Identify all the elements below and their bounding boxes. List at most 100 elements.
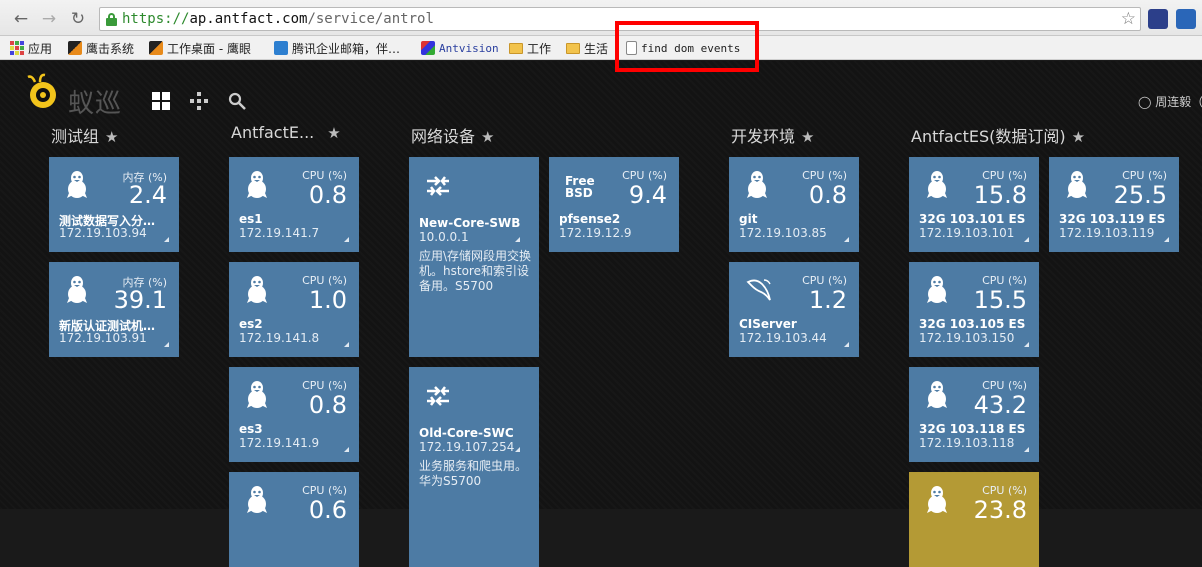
host-tile[interactable]: CPU (%) 15.8 32G 103.101 ES 172.19.103.101 (909, 157, 1039, 252)
bookmark-apps[interactable]: 应用 (10, 39, 52, 57)
grid-view-icon[interactable] (152, 92, 170, 110)
topology-icon[interactable] (190, 92, 208, 110)
device-description: 应用\存储网段用交换机。hstore和索引设备用。S5700 (419, 249, 532, 293)
expand-corner-icon (1024, 342, 1029, 347)
forward-arrow-icon[interactable]: → (38, 8, 60, 30)
host-name: 32G 103.105 ES (919, 317, 1026, 331)
host-tile[interactable]: CPU (%) 25.5 32G 103.119 ES 172.19.103.119 (1049, 157, 1179, 252)
host-name: CIServer (739, 317, 797, 331)
metric-value: 39.1 (113, 286, 167, 314)
bee-logo-icon (27, 73, 56, 108)
group-title[interactable]: 网络设备 ★ (411, 123, 494, 147)
linux-tux-icon (1067, 171, 1087, 198)
back-arrow-icon[interactable]: ← (10, 8, 32, 30)
bookmark-antvision[interactable]: Antvision (421, 39, 499, 57)
user-menu[interactable]: ◯ 周连毅（ (1138, 93, 1202, 110)
address-bar[interactable]: https://ap.antfact.com/service/antrol ☆ (99, 7, 1141, 31)
host-tile[interactable]: CPU (%) 0.6 (229, 472, 359, 567)
bookmark-label: 应用 (28, 41, 53, 56)
site-icon (149, 41, 163, 55)
url-text: https://ap.antfact.com/service/antrol (122, 11, 434, 27)
bookmark-label: Antvision (439, 41, 499, 55)
browser-toolbar: ← → ↻ https://ap.antfact.com/service/ant… (0, 0, 1202, 36)
metric-value: 1.2 (808, 286, 847, 314)
switch-tile[interactable]: New-Core-SWB 10.0.0.1 应用\存储网段用交换机。hstore… (409, 157, 539, 357)
expand-corner-icon (515, 447, 520, 452)
bookmark-label: find dom events (641, 41, 741, 55)
host-tile[interactable]: CPU (%) 43.2 32G 103.118 ES 172.19.103.118 (909, 367, 1039, 462)
bookmark-find-dom-events[interactable]: find dom events (626, 39, 740, 57)
favorite-star-icon[interactable]: ★ (327, 124, 340, 142)
linux-tux-icon (67, 276, 87, 303)
apps-grid-icon (10, 41, 24, 55)
host-name: git (739, 212, 758, 226)
switch-tile[interactable]: Old-Core-SWC 172.19.107.254 业务服务和爬虫用。华为S… (409, 367, 539, 567)
reload-icon[interactable]: ↻ (67, 8, 89, 30)
search-icon[interactable] (228, 92, 246, 110)
linux-tux-icon (927, 276, 947, 303)
metric-value: 25.5 (1113, 181, 1167, 209)
host-ip: 172.19.141.7 (239, 226, 320, 240)
host-tile[interactable]: CPU (%) 1.0 es2 172.19.141.8 (229, 262, 359, 357)
host-name: 32G 103.101 ES (919, 212, 1026, 226)
host-tile[interactable]: CPU (%) 23.8 (909, 472, 1039, 567)
host-ip: 172.19.103.101 (919, 226, 1015, 240)
expand-corner-icon (1024, 447, 1029, 452)
host-name: 32G 103.119 ES (1059, 212, 1166, 226)
host-ip: 172.19.103.118 (919, 436, 1015, 450)
bookmark-label: 鹰击系统 (86, 41, 135, 56)
extension-icon[interactable] (1148, 9, 1168, 29)
group-title[interactable]: 开发环境 ★ (731, 123, 814, 147)
group-title[interactable]: 测试组 ★ (51, 123, 118, 147)
host-tile[interactable]: CPU (%) 1.2 CIServer 172.19.103.44 (729, 262, 859, 357)
host-name: es2 (239, 317, 263, 331)
host-ip: 172.19.103.91 (59, 331, 147, 345)
host-tile[interactable]: CPU (%) 0.8 git 172.19.103.85 (729, 157, 859, 252)
favorite-star-icon[interactable]: ★ (105, 128, 118, 146)
host-ip: 172.19.103.44 (739, 331, 827, 345)
host-name: pfsense2 (559, 212, 621, 226)
folder-icon (509, 42, 523, 54)
extension-icon[interactable] (1176, 9, 1196, 29)
bookmark-folder-life[interactable]: 生活 (566, 39, 608, 57)
page-icon (626, 41, 637, 55)
host-tile[interactable]: Free BSD CPU (%) 9.4 pfsense2 172.19.12.9 (549, 157, 679, 252)
host-ip: 172.19.141.8 (239, 331, 320, 345)
bookmark-star-icon[interactable]: ☆ (1121, 9, 1136, 29)
expand-corner-icon (344, 342, 349, 347)
site-icon (68, 41, 82, 55)
host-ip: 172.19.103.94 (59, 226, 147, 240)
linux-tux-icon (67, 171, 87, 198)
device-description: 业务服务和爬虫用。华为S5700 (419, 459, 528, 488)
host-name: es3 (239, 422, 263, 436)
bookmark-tencent-mail[interactable]: 腾讯企业邮箱，伴… (274, 39, 400, 57)
expand-corner-icon (1164, 237, 1169, 242)
favorite-star-icon[interactable]: ★ (481, 128, 494, 146)
host-tile[interactable]: CPU (%) 15.5 32G 103.105 ES 172.19.103.150 (909, 262, 1039, 357)
metric-value: 0.8 (308, 391, 347, 419)
metric-value: 2.4 (128, 181, 167, 209)
linux-tux-icon (247, 276, 267, 303)
bookmark-yingji[interactable]: 鹰击系统 (68, 39, 134, 57)
folder-icon (566, 42, 580, 54)
metric-value: 23.8 (973, 496, 1027, 524)
linux-tux-icon (927, 381, 947, 408)
expand-corner-icon (1024, 237, 1029, 242)
host-tile[interactable]: 内存 (%) 2.4 测试数据写入分… 172.19.103.94 (49, 157, 179, 252)
bookmark-folder-work[interactable]: 工作 (509, 39, 551, 57)
favorite-star-icon[interactable]: ★ (801, 128, 814, 146)
freebsd-icon: Free BSD (565, 174, 595, 200)
group-title[interactable]: AntfactES(数据订阅) ★ (911, 123, 1085, 147)
host-tile[interactable]: 内存 (%) 39.1 新版认证测试机… 172.19.103.91 (49, 262, 179, 357)
bookmark-workdesk[interactable]: 工作桌面 - 鹰眼 (149, 39, 251, 57)
host-tile[interactable]: CPU (%) 0.8 es1 172.19.141.7 (229, 157, 359, 252)
favorite-star-icon[interactable]: ★ (1072, 128, 1085, 146)
metric-value: 0.6 (308, 496, 347, 524)
app-logo-text: 蚁巡 (68, 89, 123, 119)
antrol-app: 蚁巡 ◯ 周连毅（ 测试组 ★ AntfactE... ★ 网络设备 ★ 开发环境 ★ … (0, 61, 1202, 567)
metric-value: 15.8 (973, 181, 1027, 209)
linux-tux-icon (247, 171, 267, 198)
device-ip: 172.19.107.254 (419, 440, 515, 454)
host-tile[interactable]: CPU (%) 0.8 es3 172.19.141.9 (229, 367, 359, 462)
group-title[interactable]: AntfactE... ★ (231, 123, 341, 142)
